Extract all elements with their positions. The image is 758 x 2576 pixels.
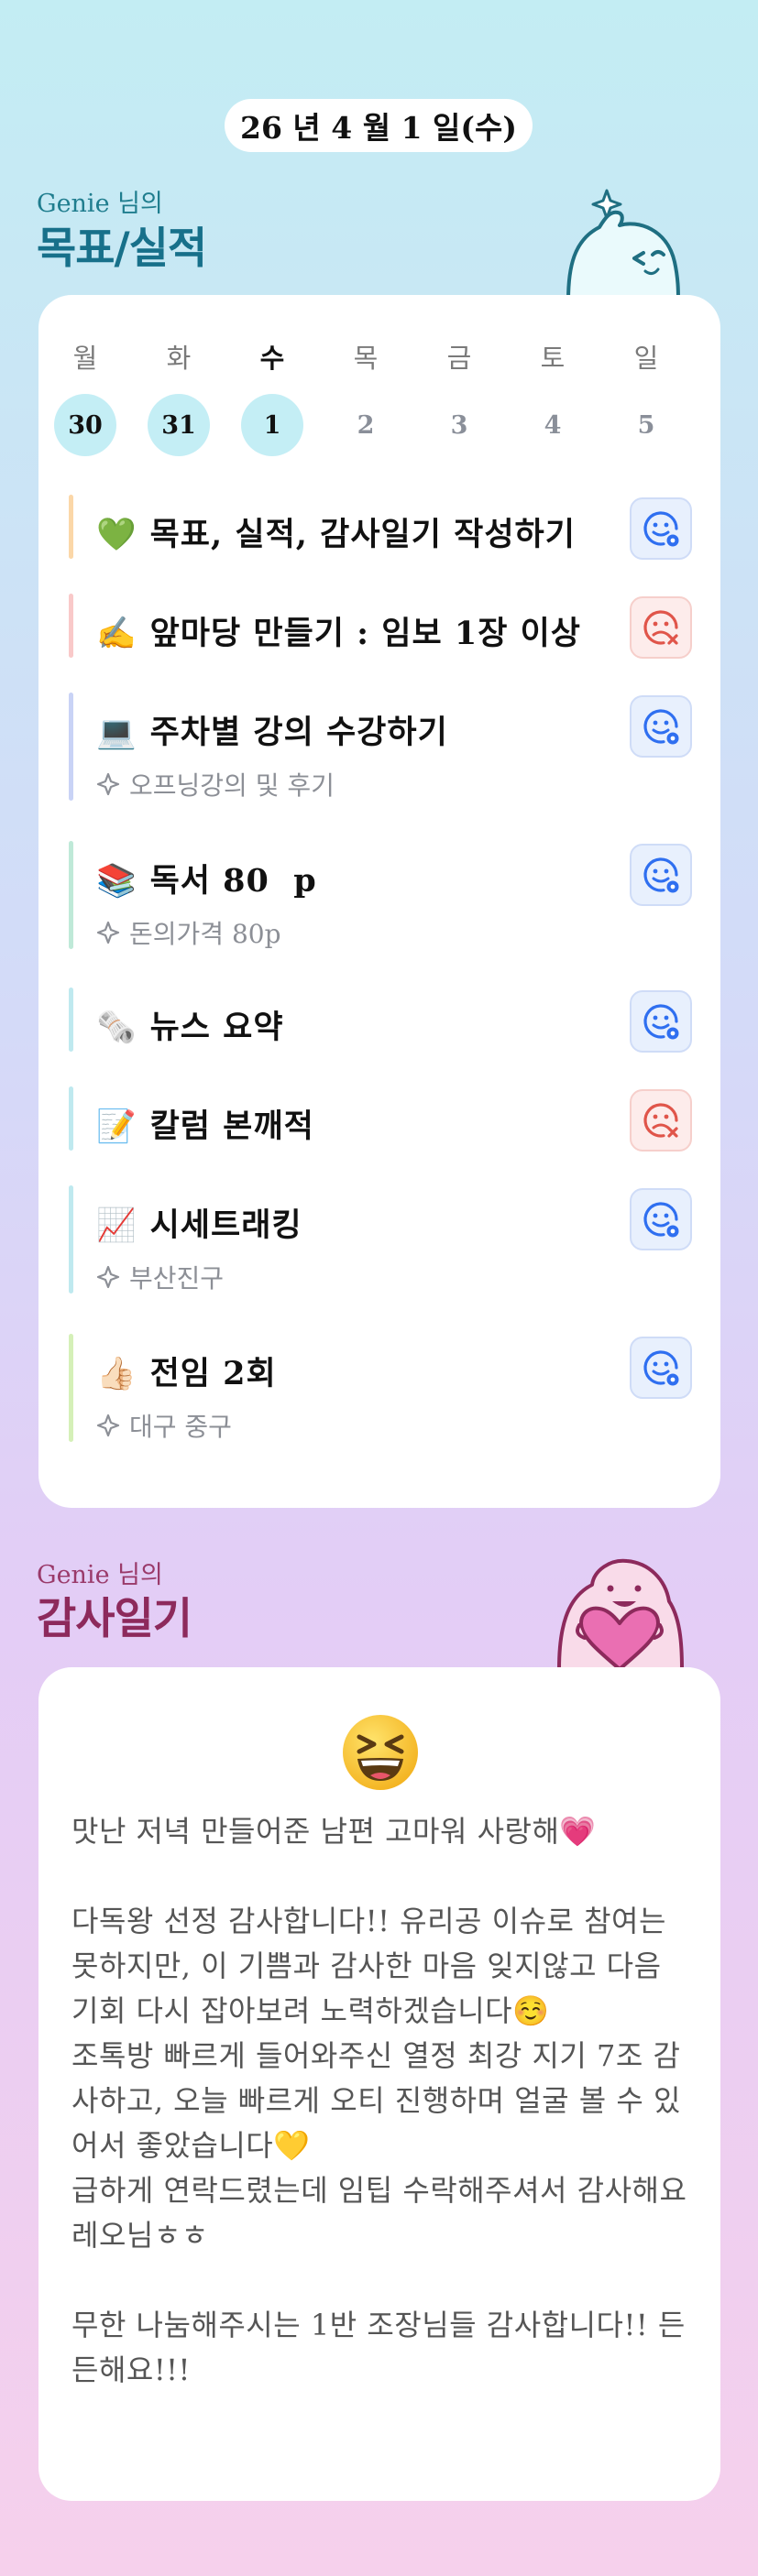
goal-emoji: 🗞️ bbox=[96, 1010, 137, 1046]
week-day-names: 월 화 수 목 금 토 일 bbox=[38, 337, 720, 376]
goals-section-title: 목표/실적 bbox=[37, 224, 207, 274]
ghost-mascot-icon bbox=[566, 189, 680, 300]
sparkle-icon bbox=[96, 772, 120, 796]
goal-status-failed-button[interactable] bbox=[630, 596, 692, 659]
goal-subtitle-text: 대구 중구 bbox=[129, 1412, 232, 1442]
sparkle-icon bbox=[96, 921, 120, 944]
smiley-check-icon bbox=[643, 709, 679, 745]
goal-title: 📝 칼럼 본깨적 bbox=[96, 1100, 314, 1147]
goal-item[interactable]: 📚 독서 80 p 돈의가격 80p bbox=[69, 841, 692, 949]
date-cell[interactable]: 5 bbox=[599, 394, 693, 456]
date-cell-today[interactable]: 1 bbox=[225, 394, 319, 456]
date-cell[interactable]: 3 bbox=[412, 394, 506, 456]
goal-item[interactable]: 👍🏻 전임 2회 대구 중구 bbox=[69, 1334, 692, 1442]
date-number: 5 bbox=[637, 410, 655, 440]
goal-color-bar bbox=[69, 1185, 73, 1293]
diary-section-title: 감사일기 bbox=[37, 1594, 192, 1644]
date-cell[interactable]: 31 bbox=[132, 394, 225, 456]
goal-subtitle-text: 돈의가격 80p bbox=[129, 919, 281, 949]
date-cell[interactable]: 2 bbox=[319, 394, 412, 456]
goal-status-done-button[interactable] bbox=[630, 1188, 692, 1250]
goal-title: 💻 주차별 강의 수강하기 bbox=[96, 706, 448, 753]
goal-status-done-button[interactable] bbox=[630, 497, 692, 560]
goal-subtitle: 대구 중구 bbox=[96, 1407, 232, 1444]
goal-title-text: 독서 80 p bbox=[149, 862, 317, 900]
goal-title: 💚 목표, 실적, 감사일기 작성하기 bbox=[96, 508, 576, 555]
goal-status-done-button[interactable] bbox=[630, 695, 692, 758]
weekday-label: 토 bbox=[540, 343, 566, 374]
date-number: 1 bbox=[241, 394, 303, 456]
smiley-check-icon bbox=[643, 857, 679, 893]
goal-status-done-button[interactable] bbox=[630, 1337, 692, 1399]
weekday-label: 일 bbox=[633, 343, 659, 374]
goal-emoji: 💚 bbox=[96, 517, 137, 553]
date-number: 4 bbox=[544, 410, 562, 440]
goal-emoji: 📚 bbox=[96, 863, 137, 900]
goal-item[interactable]: ✍️ 앞마당 만들기 : 임보 1장 이상 bbox=[69, 594, 692, 659]
goal-subtitle: 돈의가격 80p bbox=[96, 914, 281, 951]
weekday-label: 월 bbox=[72, 343, 98, 374]
date-cell[interactable]: 30 bbox=[38, 394, 132, 456]
weekday-label: 화 bbox=[166, 343, 192, 374]
goal-title-text: 주차별 강의 수강하기 bbox=[149, 714, 448, 751]
goal-item[interactable]: 🗞️ 뉴스 요약 bbox=[69, 988, 692, 1053]
sad-face-x-icon bbox=[643, 1103, 678, 1138]
goal-subtitle: 오프닝강의 및 후기 bbox=[96, 766, 335, 802]
goal-item[interactable]: 📈 시세트래킹 부산진구 bbox=[69, 1185, 692, 1293]
smiley-check-icon bbox=[643, 1202, 679, 1238]
smiley-check-icon bbox=[643, 1350, 679, 1386]
goal-title: 📚 독서 80 p bbox=[96, 855, 317, 901]
date-header[interactable]: 26 년 4 월 1 일(수) bbox=[225, 99, 533, 152]
date-number: 30 bbox=[54, 394, 116, 456]
goal-title: 👍🏻 전임 2회 bbox=[96, 1348, 277, 1394]
goal-title: ✍️ 앞마당 만들기 : 임보 1장 이상 bbox=[96, 607, 581, 654]
goal-emoji: 💻 bbox=[96, 715, 137, 751]
goal-emoji: 📈 bbox=[96, 1207, 137, 1244]
sparkle-icon bbox=[96, 1265, 120, 1289]
goal-color-bar bbox=[69, 988, 73, 1052]
goal-status-failed-button[interactable] bbox=[630, 1089, 692, 1152]
goal-title-text: 칼럼 본깨적 bbox=[149, 1108, 314, 1145]
date-cell[interactable]: 4 bbox=[506, 394, 599, 456]
goal-emoji: 📝 bbox=[96, 1108, 137, 1145]
goal-title-text: 목표, 실적, 감사일기 작성하기 bbox=[149, 516, 576, 553]
goal-color-bar bbox=[69, 495, 73, 559]
goal-title-text: 뉴스 요약 bbox=[149, 1009, 284, 1046]
goal-status-done-button[interactable] bbox=[630, 990, 692, 1053]
week-date-selector: 30 31 1 2 3 4 5 bbox=[38, 394, 720, 456]
goal-title: 🗞️ 뉴스 요약 bbox=[96, 1001, 284, 1048]
goal-color-bar bbox=[69, 841, 73, 949]
weekday-label-today: 수 bbox=[259, 343, 285, 374]
goal-title-text: 전임 2회 bbox=[149, 1355, 277, 1392]
diary-entry-text: 맛난 저녁 만들어준 남편 고마워 사랑해💗 다독왕 선정 감사합니다!! 유리… bbox=[71, 1814, 687, 2387]
date-number: 3 bbox=[450, 410, 468, 440]
goal-color-bar bbox=[69, 1334, 73, 1442]
goal-item[interactable]: 💻 주차별 강의 수강하기 오프닝강의 및 후기 bbox=[69, 693, 692, 801]
grinning-squinting-face-icon bbox=[343, 1715, 418, 1790]
goal-emoji: 👍🏻 bbox=[96, 1356, 137, 1392]
goal-status-done-button[interactable] bbox=[630, 844, 692, 906]
goal-color-bar bbox=[69, 1086, 73, 1151]
goal-item[interactable]: 📝 칼럼 본깨적 bbox=[69, 1086, 692, 1152]
goal-title-text: 시세트래킹 bbox=[149, 1206, 302, 1244]
goal-subtitle-text: 오프닝강의 및 후기 bbox=[129, 770, 335, 801]
weekday-label: 목 bbox=[353, 343, 379, 374]
heart-mascot-icon bbox=[557, 1558, 684, 1669]
goal-color-bar bbox=[69, 693, 73, 801]
goal-emoji: ✍️ bbox=[96, 616, 137, 652]
goal-color-bar bbox=[69, 594, 73, 658]
sparkle-icon bbox=[96, 1414, 120, 1437]
sad-face-x-icon bbox=[643, 610, 678, 645]
goal-title: 📈 시세트래킹 bbox=[96, 1199, 302, 1246]
goal-subtitle-text: 부산진구 bbox=[129, 1263, 225, 1293]
smiley-check-icon bbox=[643, 511, 679, 547]
weekday-label: 금 bbox=[446, 343, 472, 374]
smiley-check-icon bbox=[643, 1004, 679, 1040]
goal-title-text: 앞마당 만들기 : 임보 1장 이상 bbox=[149, 615, 581, 652]
date-number: 2 bbox=[357, 410, 375, 440]
goal-subtitle: 부산진구 bbox=[96, 1259, 224, 1295]
goal-item[interactable]: 💚 목표, 실적, 감사일기 작성하기 bbox=[69, 495, 692, 560]
date-number: 31 bbox=[148, 394, 210, 456]
